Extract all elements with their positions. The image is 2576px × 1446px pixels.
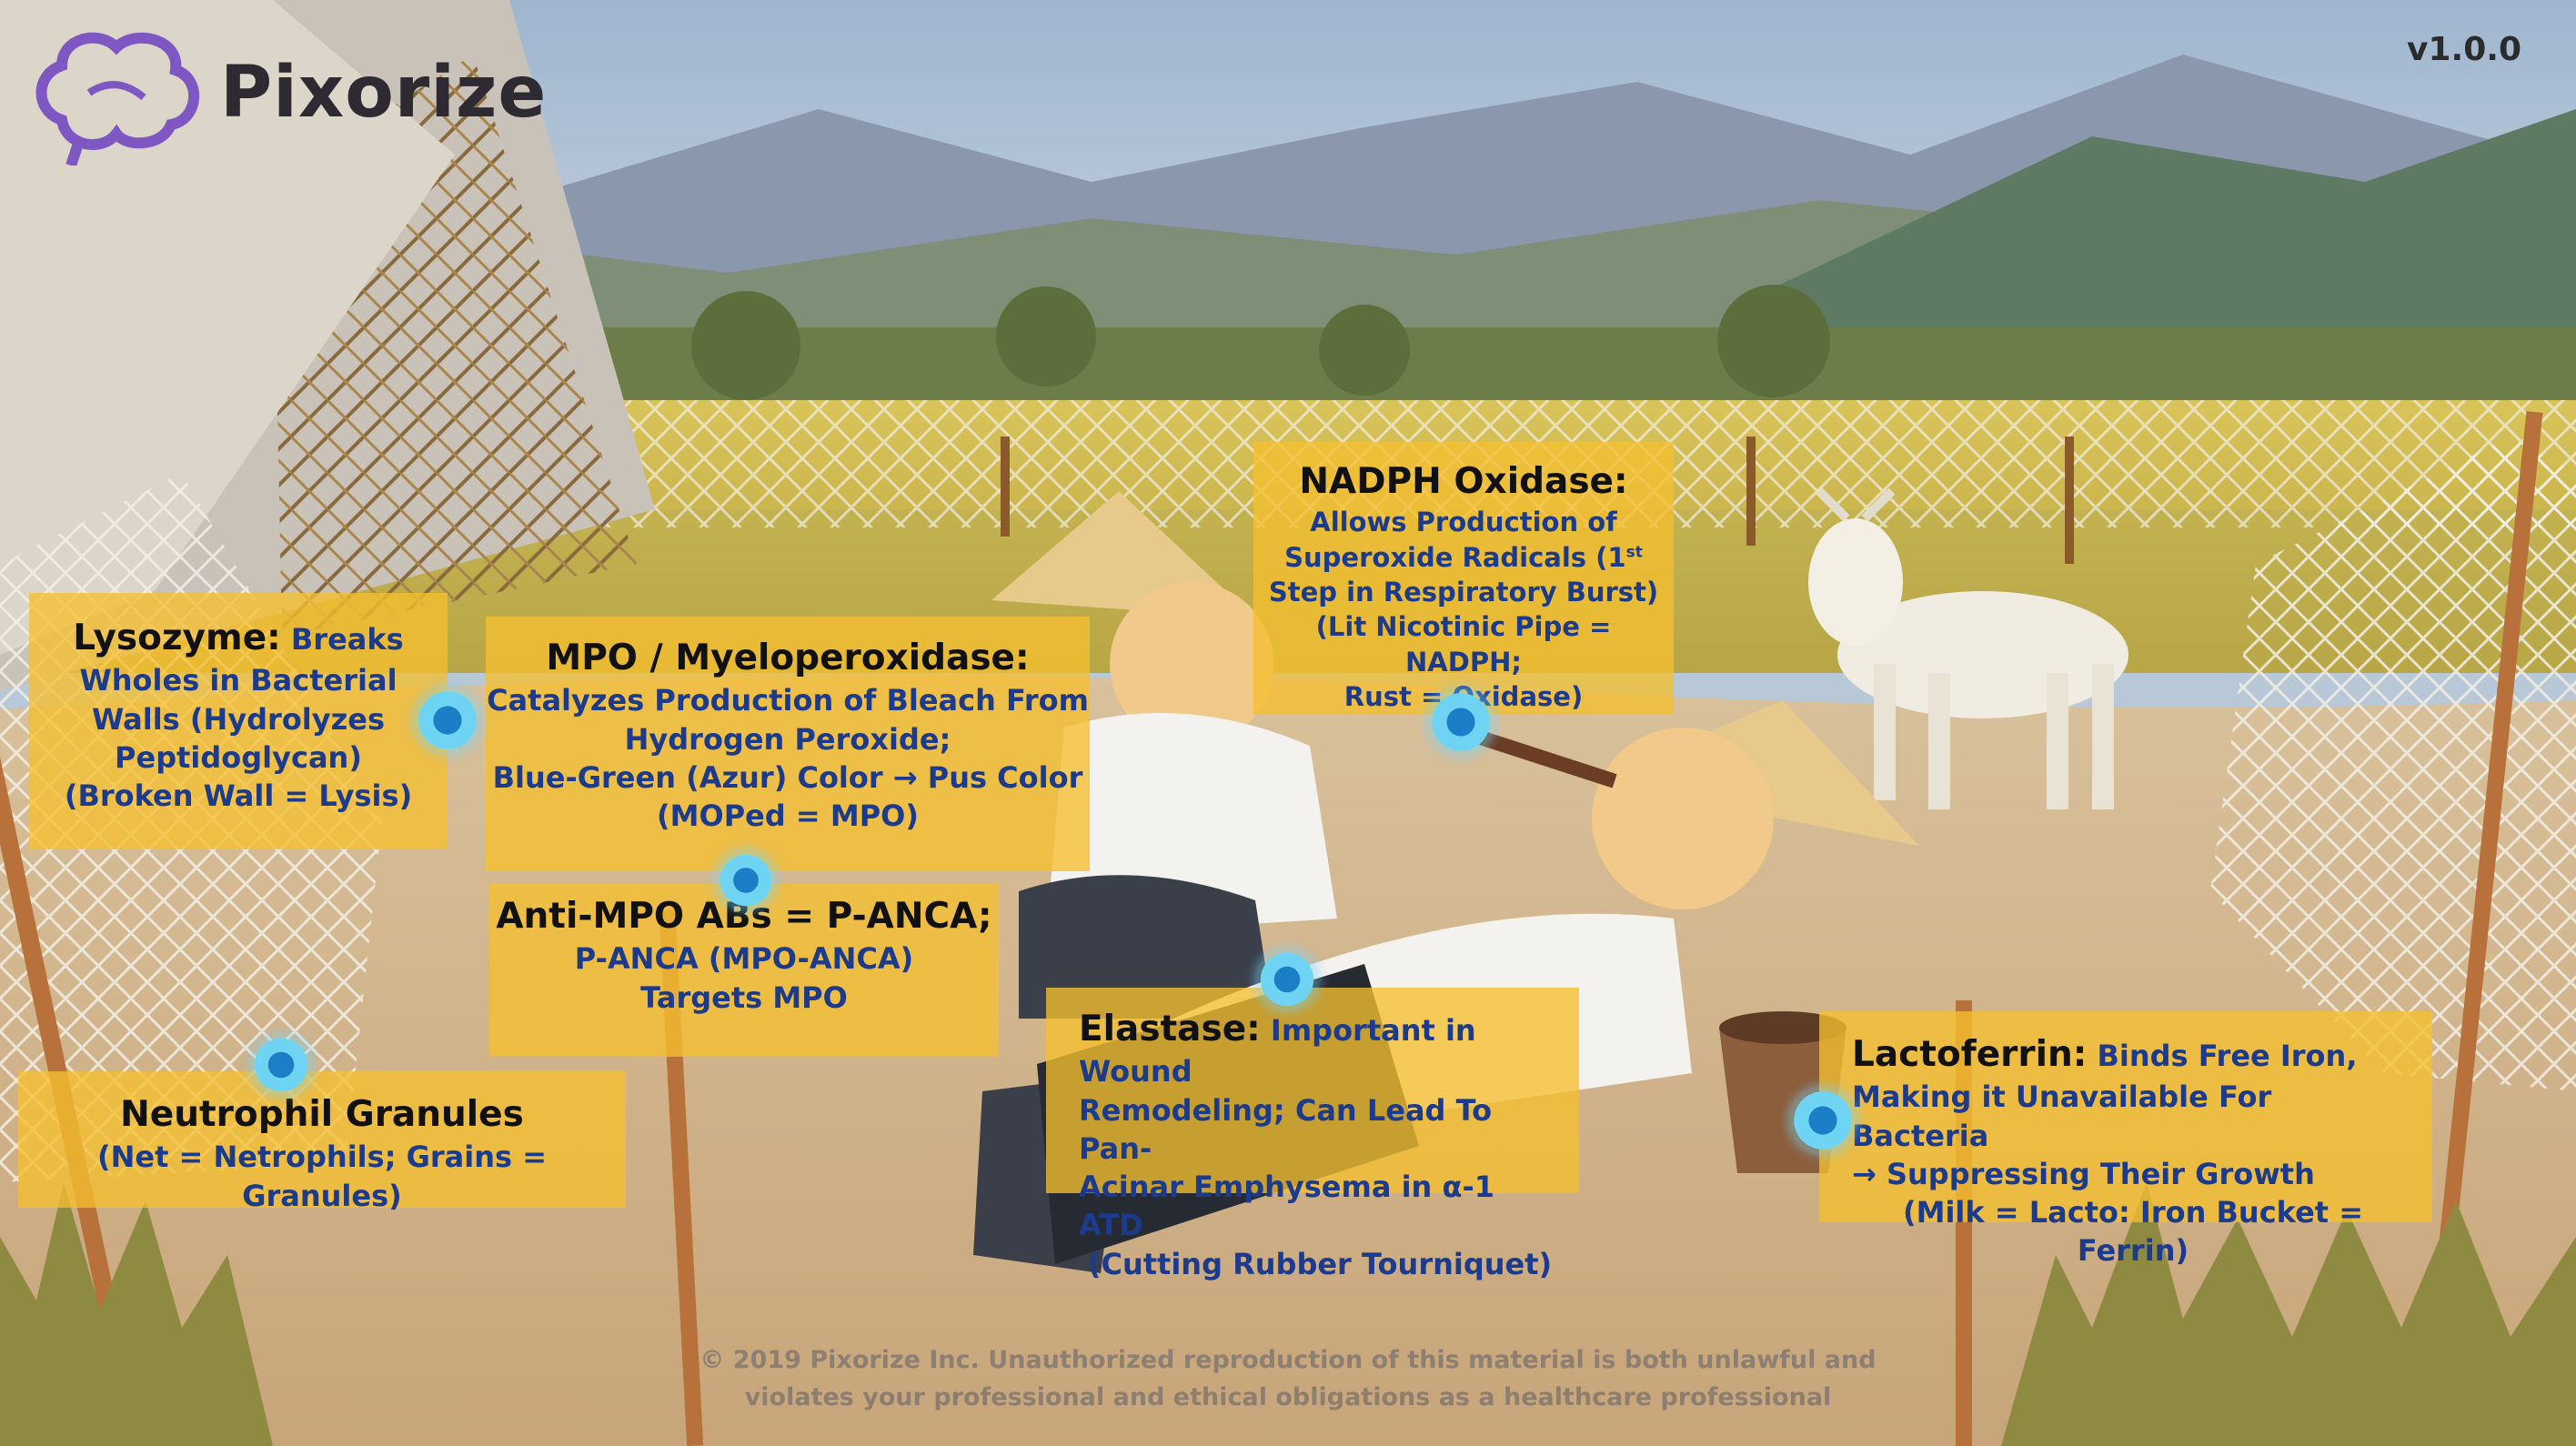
card-nadph-line2: Superoxide Radicals (1 <box>1284 541 1626 573</box>
hotspot-elastase[interactable] <box>1257 949 1317 1009</box>
card-nadph-line3: Step in Respiratory Burst) <box>1268 577 1659 608</box>
card-elastase-line4: (Cutting Rubber Tourniquet) <box>1087 1246 1553 1281</box>
card-lactoferrin-line2: Making it Unavailable For Bacteria <box>1852 1079 2272 1153</box>
card-lysozyme-line4: Peptidoglycan) <box>115 739 362 775</box>
card-elastase: Elastase: Important in Wound Remodeling;… <box>1046 988 1579 1281</box>
mnemonic-stage: Pixorize v1.0.0 Lysozyme: Breaks Wholes … <box>0 0 2576 1446</box>
card-lysozyme: Lysozyme: Breaks Wholes in Bacterial Wal… <box>29 593 448 849</box>
card-mpo-line1: Catalyzes Production of Bleach From <box>487 683 1089 718</box>
hotspot-lactoferrin-marker <box>1790 1088 1856 1153</box>
card-mpo: MPO / Myeloperoxidase: Catalyzes Product… <box>486 617 1090 871</box>
pixorize-logo[interactable]: Pixorize <box>25 20 547 166</box>
card-mpo-line2: Hydrogen Peroxide; <box>624 721 951 757</box>
card-neutrophil-title: Neutrophil Granules <box>120 1094 524 1135</box>
card-nadph-title: NADPH Oxidase: <box>1299 461 1628 502</box>
copyright-line2: violates your professional and ethical o… <box>744 1382 1832 1411</box>
brain-icon <box>35 32 200 166</box>
card-mpo-line3: Blue-Green (Azur) Color → Pus Color <box>492 759 1083 795</box>
card-lysozyme-title: Lysozyme: <box>73 618 281 658</box>
hotspot-nadph-marker <box>1428 689 1494 755</box>
card-neutrophil-granules: Neutrophil Granules (Net = Netrophils; G… <box>18 1071 626 1213</box>
card-elastase-title: Elastase: <box>1079 1009 1261 1049</box>
hotspot-neutrophil-marker <box>251 1035 311 1095</box>
brand-name: Pixorize <box>220 52 548 134</box>
hotspot-mpo-marker <box>717 851 775 909</box>
card-anti-mpo-line1: P-ANCA (MPO-ANCA) <box>574 941 914 977</box>
hotspot-elastase-marker <box>1257 949 1317 1009</box>
copyright-line1: © 2019 Pixorize Inc. Unauthorized reprod… <box>699 1346 1877 1374</box>
copyright-notice: © 2019 Pixorize Inc. Unauthorized reprod… <box>0 1342 2576 1416</box>
card-lactoferrin-line4: (Milk = Lacto: Iron Bucket = Ferrin) <box>1902 1195 2364 1269</box>
card-nadph-line1: Allows Production of <box>1310 507 1617 538</box>
card-lactoferrin: Lactoferrin: Binds Free Iron, Making it … <box>1819 1011 2432 1268</box>
hotspot-nadph-oxidase[interactable] <box>1428 689 1494 755</box>
hotspot-lysozyme[interactable] <box>415 688 480 753</box>
card-anti-mpo-line2: Targets MPO <box>640 979 848 1015</box>
card-elastase-line3: Acinar Emphysema in α-1 ATD <box>1079 1170 1494 1243</box>
card-lysozyme-line3: Walls (Hydrolyzes <box>91 701 385 737</box>
card-nadph-line4: (Lit Nicotinic Pipe = NADPH; <box>1315 611 1612 678</box>
card-lysozyme-line5: (Broken Wall = Lysis) <box>64 778 413 814</box>
card-anti-mpo: Anti-MPO ABs = P-ANCA; P-ANCA (MPO-ANCA)… <box>489 884 999 1057</box>
hotspot-neutrophil-granules[interactable] <box>251 1035 311 1095</box>
card-nadph-line2-sup: st <box>1625 543 1643 562</box>
hotspot-mpo[interactable] <box>717 851 775 909</box>
card-neutrophil-line1: (Net = Netrophils; Grains = Granules) <box>96 1140 548 1213</box>
version-label: v1.0.0 <box>2407 31 2521 68</box>
card-lactoferrin-title: Lactoferrin: <box>1852 1034 2088 1075</box>
card-lysozyme-line2: Wholes in Bacterial <box>79 663 397 698</box>
card-lysozyme-line1: Breaks <box>290 622 404 657</box>
card-lactoferrin-line3: → Suppressing Their Growth <box>1852 1156 2315 1191</box>
card-mpo-title: MPO / Myeloperoxidase: <box>546 638 1030 678</box>
hotspot-lysozyme-marker <box>415 688 480 753</box>
hotspot-lactoferrin[interactable] <box>1790 1088 1856 1153</box>
card-nadph-oxidase: NADPH Oxidase: Allows Production of Supe… <box>1253 442 1674 715</box>
card-lactoferrin-line1: Binds Free Iron, <box>2097 1039 2358 1073</box>
card-mpo-line4: (MOPed = MPO) <box>657 798 919 834</box>
card-elastase-line2: Remodeling; Can Lead To Pan- <box>1079 1092 1493 1166</box>
